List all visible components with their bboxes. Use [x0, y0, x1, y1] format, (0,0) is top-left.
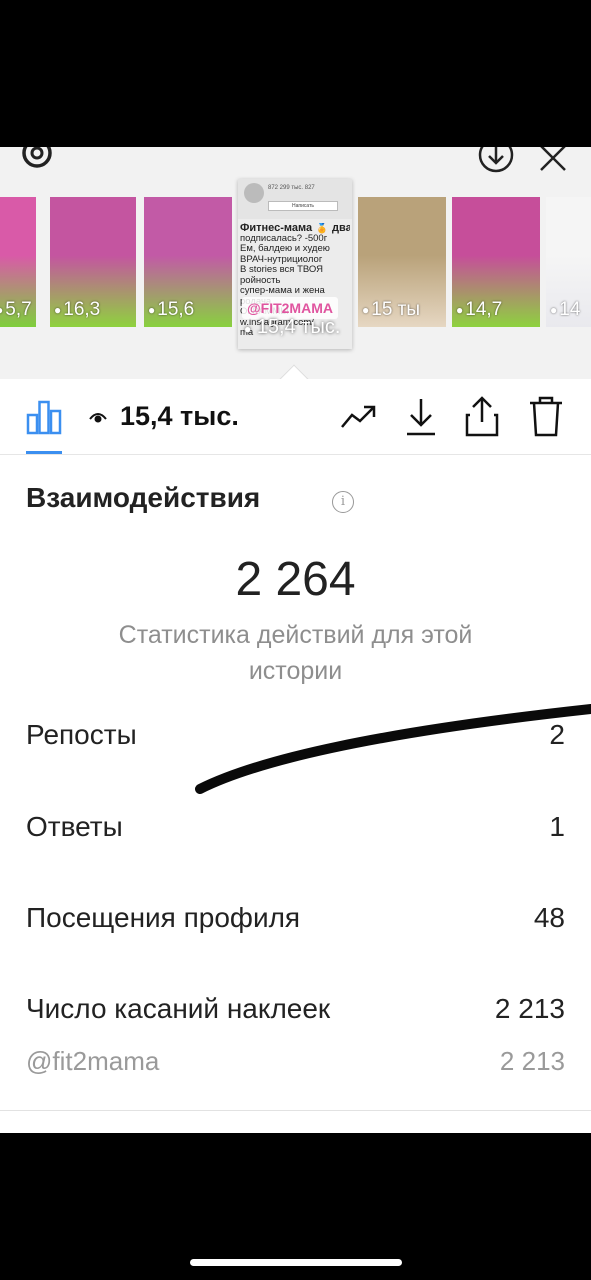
eye-icon: ●	[456, 302, 464, 317]
share-icon[interactable]	[464, 395, 500, 437]
story-views-text: 5,7	[5, 299, 32, 320]
selected-story-views-text: 15,4 тыс.	[256, 316, 341, 338]
story-thumbnail[interactable]: ● 15 ты	[358, 197, 446, 327]
story-views-text: 16,3	[63, 299, 101, 320]
bio-line: Ем, балдею и худею	[240, 244, 330, 254]
selected-story-views: ● 15,4 тыс.	[244, 316, 341, 338]
metric-value: 48	[533, 902, 565, 933]
metric-label: Число касаний наклеек	[26, 993, 331, 1024]
story-views-count: 15,4 тыс.	[120, 401, 239, 431]
info-icon[interactable]: i	[332, 491, 354, 513]
home-indicator	[190, 1259, 402, 1266]
story-views-count: ● 14,7	[456, 299, 502, 321]
active-tab-indicator	[26, 451, 62, 454]
bio-line: ВРАЧ-нутрициолог	[240, 254, 323, 265]
eye-icon: ●	[550, 302, 558, 317]
avatar	[244, 183, 264, 203]
settings-gear-icon[interactable]	[16, 147, 58, 177]
story-strip[interactable]: ●5,7●16,3●15,6●15 ты●14,7●14 872 299 тыс…	[0, 147, 591, 379]
story-views-text: 15,6	[157, 299, 195, 320]
story-thumbnail[interactable]: ● 14	[546, 197, 591, 327]
metric-label: Репосты	[26, 719, 137, 750]
eye-icon	[89, 413, 107, 423]
eye-icon: ●	[362, 302, 370, 317]
message-button: Написать	[268, 201, 338, 211]
story-thumbnail[interactable]: ● 16,3	[50, 197, 136, 327]
selected-story-thumbnail[interactable]: 872 299 тыс. 827 Написать Фитнес-мама 🏅 …	[238, 179, 352, 349]
story-views-text: 14,7	[465, 299, 503, 320]
metric-value: 2	[549, 719, 565, 750]
section-title: Взаимодействия	[26, 482, 261, 513]
total-interactions: 2 264	[235, 553, 356, 606]
insights-bar-chart-icon[interactable]	[26, 399, 62, 435]
download-icon[interactable]	[404, 397, 438, 437]
metric-value: 2 213	[494, 993, 565, 1024]
profile-stats: 872 299 тыс. 827	[268, 185, 315, 191]
story-profile-header: 872 299 тыс. 827 Написать	[238, 179, 352, 219]
bio-line: супер-мама и жена	[240, 286, 325, 296]
sticker-mention-value: 2 213	[499, 1046, 565, 1076]
close-icon[interactable]	[538, 147, 568, 173]
bio-line: подписалась? -500г	[240, 233, 328, 244]
insights-sheet: ●5,7●16,3●15,6●15 ты●14,7●14 872 299 тыс…	[0, 147, 591, 1133]
metric-value: 1	[549, 811, 565, 842]
total-caption: Статистика действий для этой истории	[118, 621, 473, 685]
bio-line: ройность	[240, 275, 281, 286]
download-circle-icon[interactable]	[476, 147, 516, 177]
story-thumbnail[interactable]: ● 14,7	[452, 197, 540, 327]
story-views-count: ●5,7	[0, 299, 32, 321]
story-views-text: 14	[559, 299, 581, 320]
story-views-count: ● 15 ты	[362, 299, 420, 321]
eye-icon: ●	[148, 302, 156, 317]
story-views-count: ● 15,6	[148, 299, 194, 321]
sticker-mention-label: @fit2mama	[26, 1046, 160, 1076]
eye-icon: ●	[0, 303, 3, 317]
bio-line: Фитнес-мама 🏅 дважды	[240, 223, 350, 234]
story-thumbnail[interactable]: ●5,7	[0, 197, 36, 327]
story-views-text: 15 ты	[371, 299, 421, 320]
story-views-count: ● 16,3	[54, 299, 100, 321]
metric-label: Посещения профиля	[26, 902, 301, 933]
bottom-divider	[0, 1110, 591, 1111]
story-thumbnail[interactable]: ● 15,6	[144, 197, 232, 327]
eye-icon: ●	[54, 302, 62, 317]
delete-trash-icon[interactable]	[528, 395, 564, 437]
insights-toolbar: 15,4 тыс.	[0, 379, 591, 455]
story-views-count: ● 14	[550, 299, 580, 321]
promote-trend-icon[interactable]	[340, 401, 378, 431]
bio-line: В stories вся ТВОЯ	[240, 265, 323, 275]
metric-label: Ответы	[26, 811, 123, 842]
